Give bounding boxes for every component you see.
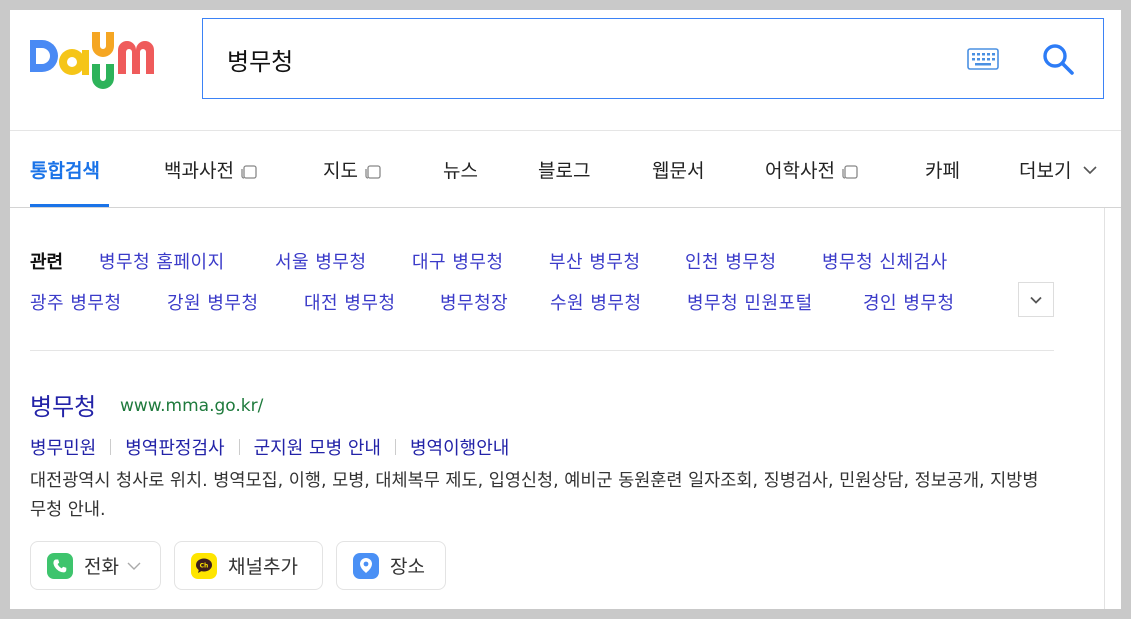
related-search-link[interactable]: 병무청 민원포털 [687,289,813,315]
result-sublink[interactable]: 병역판정검사 [125,434,224,460]
result-description: 대전광역시 청사로 위치. 병역모집, 이행, 모병, 대체복무 제도, 입영신… [30,471,1039,520]
place-button[interactable]: 장소 [336,541,446,590]
tab-blog[interactable]: 블로그 [538,156,590,183]
related-searches-label: 관련 [30,252,64,273]
related-search-link[interactable]: 병무청 홈페이지 [99,248,225,274]
tab-more[interactable]: 더보기 [1019,156,1099,183]
result-sublink[interactable]: 병역이행안내 [410,434,509,460]
chevron-down-icon [1083,165,1098,174]
related-search-link[interactable]: 부산 병무청 [549,248,641,274]
related-search-link[interactable]: 광주 병무청 [30,289,122,315]
add-channel-label: 채널추가 [228,556,298,578]
phone-icon [47,552,73,579]
location-icon [353,552,379,579]
tab-label: 웹문서 [652,160,705,182]
kakao-channel-icon: Ch [191,552,217,579]
sublink-divider [110,439,112,455]
related-expand-button[interactable] [1018,282,1054,317]
result-sublinks: 병무민원 병역판정검사 군지원 모병 안내 병역이행안내 [30,434,509,460]
tab-web-documents[interactable]: 웹문서 [652,156,704,183]
active-tab-indicator [30,204,109,207]
tab-integrated-search[interactable]: 통합검색 [30,156,100,183]
call-button-label: 전화 [84,556,119,578]
result-sublink[interactable]: 병무민원 [30,434,96,460]
search-page: 통합검색 백과사전 지도 뉴스 블로그 웹문서 어학사전 카페 더보기 [10,10,1121,609]
place-button-label: 장소 [390,556,425,578]
tab-encyclopedia[interactable]: 백과사전 [164,156,258,183]
keyboard-icon[interactable] [967,48,999,70]
tab-label: 지도 [323,160,358,182]
content-right-border [1104,208,1105,609]
result-sublink[interactable]: 군지원 모병 안내 [254,434,381,460]
sublink-divider [394,439,396,455]
external-link-icon [241,164,257,179]
related-search-link[interactable]: 서울 병무청 [275,248,367,274]
external-link-icon [842,164,858,179]
tab-news[interactable]: 뉴스 [443,156,478,183]
tab-label: 카페 [925,160,960,182]
tab-label: 뉴스 [443,160,478,182]
section-divider [30,350,1054,351]
tab-language-dictionary[interactable]: 어학사전 [765,156,859,183]
search-icon[interactable] [1041,42,1075,76]
result-title-link[interactable]: 병무청 [30,387,96,422]
search-input[interactable] [227,39,927,79]
related-search-link[interactable]: 수원 병무청 [550,289,642,315]
svg-text:Ch: Ch [200,562,209,569]
tab-map[interactable]: 지도 [323,156,382,183]
related-search-link[interactable]: 대구 병무청 [412,248,504,274]
chevron-down-icon [1030,296,1042,304]
tab-label: 통합검색 [30,160,100,182]
related-search-link[interactable]: 대전 병무청 [304,289,396,315]
call-button[interactable]: 전화 [30,541,161,590]
tab-label: 더보기 [1019,160,1072,182]
add-channel-button[interactable]: Ch 채널추가 [174,541,323,590]
result-url-link[interactable]: www.mma.go.kr/ [120,396,263,416]
external-link-icon [365,164,381,179]
tab-label: 어학사전 [765,160,835,182]
tab-label: 백과사전 [164,160,234,182]
search-tabs: 통합검색 백과사전 지도 뉴스 블로그 웹문서 어학사전 카페 더보기 [10,131,1121,208]
related-search-link[interactable]: 강원 병무청 [167,289,259,315]
chevron-down-icon [127,562,141,570]
daum-logo[interactable] [30,32,170,92]
tab-cafe[interactable]: 카페 [925,156,960,183]
sublink-divider [238,439,240,455]
search-box [202,18,1104,99]
related-search-link[interactable]: 병무청 신체검사 [822,248,948,274]
related-search-link[interactable]: 병무청장 [440,289,508,315]
tab-label: 블로그 [538,160,591,182]
related-search-link[interactable]: 인천 병무청 [685,248,777,274]
related-search-link[interactable]: 경인 병무청 [863,289,955,315]
